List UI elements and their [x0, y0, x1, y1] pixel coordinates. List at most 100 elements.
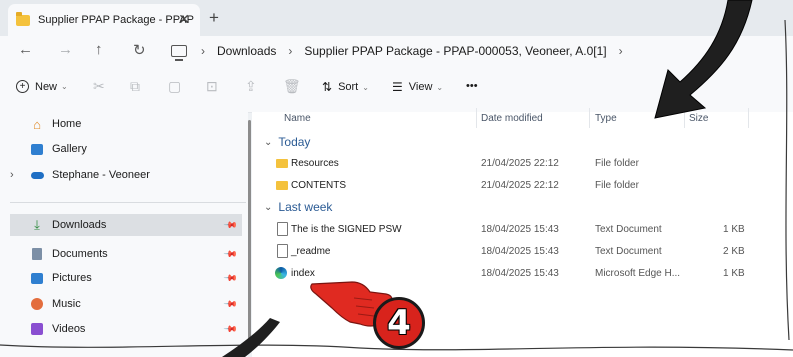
file-date: 18/04/2025 15:43	[481, 246, 559, 257]
this-pc-icon	[171, 45, 187, 61]
breadcrumb-separator[interactable]: ›	[619, 44, 623, 58]
group-header-last-week[interactable]: ⌄ Last week	[264, 200, 332, 214]
up-icon[interactable]: ↑	[95, 41, 103, 58]
chevron-down-icon: ⌄	[61, 82, 68, 91]
column-header-name[interactable]: Name	[284, 113, 311, 124]
tab-supplier-ppap[interactable]: Supplier PPAP Package - PPAP ✕	[8, 4, 200, 36]
command-bar: + New ⌄ ✂ ⧉ ▢ ⊡ ⇪ 🗑 ⇅ Sort ⌄ ☰ View ⌄ ••…	[0, 66, 793, 113]
file-type: Text Document	[595, 246, 662, 257]
sidebar-item-onedrive[interactable]: › Stephane - Veoneer	[10, 164, 242, 186]
column-divider[interactable]	[684, 108, 685, 128]
file-row[interactable]: _readme 18/04/2025 15:43 Text Document 2…	[252, 241, 793, 263]
plus-circle-icon: +	[16, 80, 29, 93]
file-date: 18/04/2025 15:43	[481, 268, 559, 279]
chevron-down-icon: ⌄	[264, 201, 273, 213]
file-name: index	[291, 268, 315, 279]
column-header-date[interactable]: Date modified	[481, 113, 543, 124]
group-label: Last week	[278, 200, 333, 214]
column-divider[interactable]	[476, 108, 477, 128]
sort-label: Sort	[338, 81, 359, 93]
text-file-icon	[277, 222, 288, 236]
sidebar-item-music[interactable]: Music 📌	[10, 293, 242, 315]
paste-icon[interactable]: ▢	[168, 78, 181, 95]
chevron-down-icon: ⌄	[264, 136, 273, 148]
sidebar-item-pictures[interactable]: Pictures 📌	[10, 267, 242, 289]
address-bar[interactable]: › Downloads › Supplier PPAP Package - PP…	[165, 39, 785, 63]
file-date: 18/04/2025 15:43	[481, 224, 559, 235]
copy-icon[interactable]: ⧉	[130, 78, 140, 95]
more-options-button[interactable]: •••	[466, 80, 478, 92]
new-label: New	[35, 80, 58, 93]
view-icon: ☰	[392, 80, 403, 94]
pin-icon: 📌	[223, 217, 239, 233]
file-type: Microsoft Edge H...	[595, 268, 681, 279]
chevron-down-icon: ⌄	[436, 82, 444, 92]
breadcrumb-separator: ›	[201, 44, 205, 58]
gallery-icon	[30, 142, 44, 156]
file-type: File folder	[595, 180, 639, 191]
new-tab-button[interactable]: +	[209, 8, 219, 28]
tab-title: Supplier PPAP Package - PPAP	[38, 14, 194, 26]
view-button[interactable]: ☰ View ⌄	[392, 80, 443, 94]
refresh-icon[interactable]: ↻	[133, 41, 146, 59]
breadcrumb-current-folder[interactable]: Supplier PPAP Package - PPAP-000053, Veo…	[304, 44, 606, 58]
sidebar-item-home[interactable]: ⌂ Home	[10, 113, 242, 135]
back-icon[interactable]: ←	[18, 41, 33, 58]
pin-icon: 📌	[223, 321, 239, 337]
navigation-bar: ← → ↑ ↻ › Downloads › Supplier PPAP Pack…	[0, 36, 793, 66]
file-name: The is the SIGNED PSW	[291, 224, 402, 235]
sidebar-item-label: Home	[52, 118, 82, 130]
onedrive-icon	[30, 168, 44, 182]
file-type: Text Document	[595, 224, 662, 235]
file-row[interactable]: index 18/04/2025 15:43 Microsoft Edge H.…	[252, 263, 793, 285]
column-header-type[interactable]: Type	[595, 113, 617, 124]
file-date: 21/04/2025 22:12	[481, 158, 559, 169]
sort-icon: ⇅	[322, 80, 333, 94]
sidebar-item-label: Pictures	[52, 272, 92, 284]
folder-icon	[276, 159, 288, 168]
pictures-icon	[30, 271, 44, 285]
sidebar-item-label: Gallery	[52, 143, 87, 155]
file-name: Resources	[291, 158, 339, 169]
file-row[interactable]: CONTENTS 21/04/2025 22:12 File folder	[252, 175, 793, 197]
step-number-badge: 4	[373, 297, 425, 349]
folder-icon	[276, 181, 288, 190]
file-date: 21/04/2025 22:12	[481, 180, 559, 191]
sort-button[interactable]: ⇅ Sort ⌄	[322, 80, 369, 94]
file-row[interactable]: The is the SIGNED PSW 18/04/2025 15:43 T…	[252, 219, 793, 241]
sidebar-item-label: Downloads	[52, 219, 107, 231]
rename-icon[interactable]: ⊡	[206, 78, 218, 95]
close-tab-icon[interactable]: ✕	[178, 11, 190, 28]
file-size: 1 KB	[723, 224, 745, 235]
share-icon[interactable]: ⇪	[245, 78, 257, 95]
tab-bar: Supplier PPAP Package - PPAP ✕ +	[0, 0, 793, 36]
sidebar-item-downloads[interactable]: ⤓ Downloads 📌	[10, 214, 242, 236]
chevron-down-icon: ⌄	[362, 82, 369, 92]
breadcrumb-downloads[interactable]: Downloads	[217, 44, 276, 58]
sidebar-item-label: Documents	[52, 248, 108, 260]
forward-icon[interactable]: →	[58, 41, 73, 58]
sidebar-item-videos[interactable]: Videos 📌	[10, 318, 242, 340]
music-icon	[30, 297, 44, 311]
new-button[interactable]: + New ⌄	[16, 80, 68, 93]
sidebar-item-gallery[interactable]: Gallery	[10, 138, 242, 160]
file-name: _readme	[291, 246, 331, 257]
delete-icon[interactable]: 🗑	[283, 78, 301, 95]
file-row[interactable]: Resources 21/04/2025 22:12 File folder	[252, 153, 793, 175]
sidebar-item-label: Music	[52, 298, 81, 310]
file-type: File folder	[595, 158, 639, 169]
chevron-right-icon: ›	[10, 169, 14, 181]
folder-icon	[16, 11, 30, 26]
group-header-today[interactable]: ⌄ Today	[264, 135, 310, 149]
column-divider[interactable]	[748, 108, 749, 128]
sidebar-item-documents[interactable]: Documents 📌	[10, 243, 242, 265]
cut-icon[interactable]: ✂	[93, 78, 105, 95]
view-label: View	[408, 81, 433, 93]
column-header-size[interactable]: Size	[689, 113, 708, 124]
breadcrumb-separator: ›	[288, 44, 293, 58]
pin-icon: 📌	[223, 296, 239, 312]
column-divider[interactable]	[589, 108, 590, 128]
sidebar-scrollbar[interactable]	[248, 120, 251, 345]
pin-icon: 📌	[223, 270, 239, 286]
sidebar-divider	[10, 202, 246, 203]
